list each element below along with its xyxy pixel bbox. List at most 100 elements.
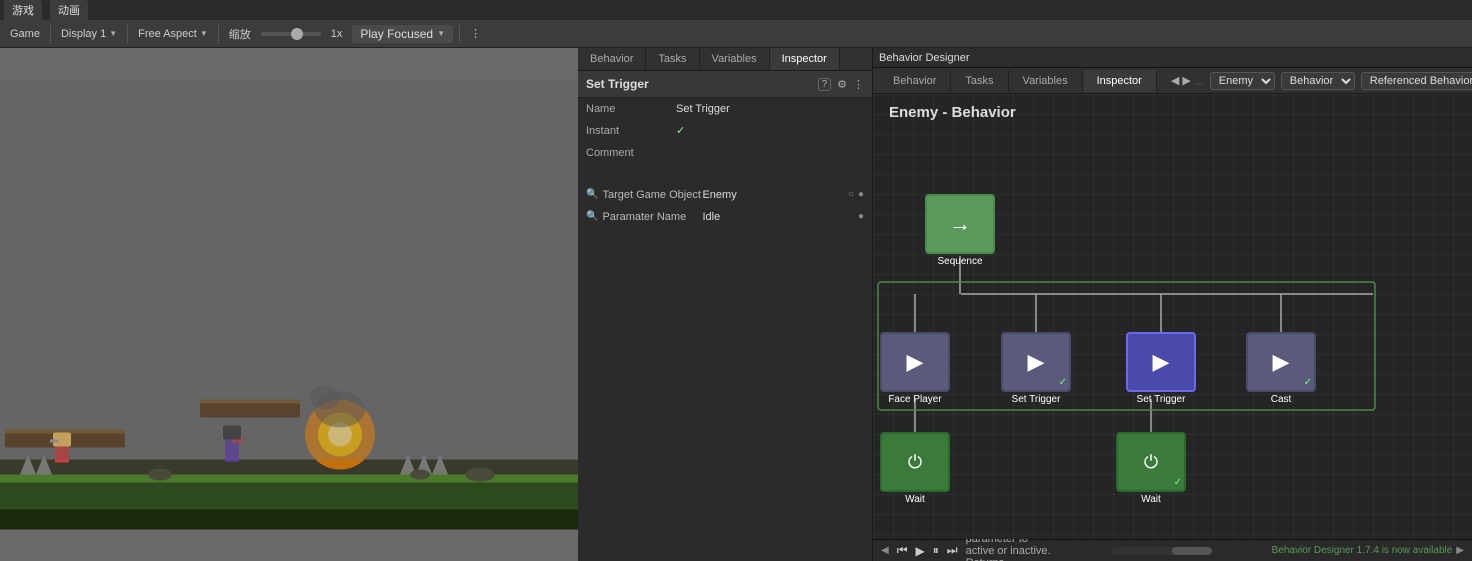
node-set-trigger-2[interactable]: ▶ Set Trigger xyxy=(1126,332,1196,406)
name-value: Set Trigger xyxy=(676,103,864,115)
target-actions: ○ ● xyxy=(848,189,864,200)
game-label: Game xyxy=(6,26,44,42)
scale-thumb[interactable] xyxy=(291,28,303,40)
sequence-icon: → xyxy=(949,211,971,237)
cast-check: ✓ xyxy=(1304,377,1312,388)
target-edit-btn[interactable]: ● xyxy=(858,189,864,200)
aspect-selector[interactable]: Free Aspect ▼ xyxy=(134,26,212,42)
behavior-panel: Behavior Designer Behavior Tasks Variabl… xyxy=(873,48,1472,561)
menu-icon[interactable]: ⋮ xyxy=(853,78,864,91)
play-button[interactable]: Play Focused ▼ xyxy=(352,25,453,43)
node-face-player[interactable]: ▶ Face Player xyxy=(880,332,950,406)
game-tab[interactable]: 游戏 xyxy=(4,0,42,20)
node-sequence[interactable]: → Sequence xyxy=(925,194,995,268)
tab-tasks-main[interactable]: Tasks xyxy=(951,70,1008,92)
version-text: Behavior Designer 1.7.4 is now available xyxy=(1272,545,1453,556)
divider-2 xyxy=(127,25,128,43)
nav-forward[interactable]: ▶ xyxy=(1182,74,1190,87)
behavior-selector[interactable]: Behavior xyxy=(1281,72,1355,90)
set-trigger-1-check: ✓ xyxy=(1059,377,1067,388)
face-player-label: Face Player xyxy=(888,394,941,406)
scroll-thumb[interactable] xyxy=(1172,547,1212,555)
target-row: 🔍 Target Game Object Enemy ○ ● xyxy=(578,184,872,206)
param-label: Paramater Name xyxy=(602,211,702,223)
divider-3 xyxy=(218,25,219,43)
referenced-behavior-selector[interactable]: Referenced Behavior xyxy=(1361,72,1472,90)
anim-tab[interactable]: 动画 xyxy=(50,0,88,20)
name-label: Name xyxy=(586,103,676,115)
display-selector[interactable]: Display 1 ▼ xyxy=(57,26,121,42)
instant-value: ✓ xyxy=(676,124,864,137)
node-cast[interactable]: ▶ ✓ Cast xyxy=(1246,332,1316,406)
tab-variables[interactable]: Variables xyxy=(700,48,770,70)
target-clear-btn[interactable]: ○ xyxy=(848,189,854,200)
nav-separator: ... xyxy=(1194,74,1204,88)
tab-inspector[interactable]: Inspector xyxy=(770,48,840,70)
game-scene xyxy=(0,48,578,561)
scroll-right[interactable]: ▶ xyxy=(1456,545,1464,556)
inspector-comment-row: Comment xyxy=(578,142,872,164)
param-edit-btn[interactable]: ● xyxy=(858,211,864,222)
node-set-trigger-1[interactable]: ▶ ✓ Set Trigger xyxy=(1001,332,1071,406)
behavior-canvas[interactable]: Enemy - Behavior → xyxy=(873,94,1472,539)
comment-label: Comment xyxy=(586,147,676,159)
behavior-toolbar: Behavior Tasks Variables Inspector ◀ ▶ .… xyxy=(873,68,1472,94)
playback-step[interactable]: ⏭ xyxy=(947,543,958,558)
playback-rewind[interactable]: ⏮ xyxy=(897,543,908,558)
top-bar: 游戏 动画 xyxy=(0,0,1472,20)
scroll-left[interactable]: ◀ xyxy=(881,545,889,556)
node-wait-1[interactable]: ⏻ Wait xyxy=(880,432,950,506)
instant-label: Instant xyxy=(586,125,676,137)
inspector-instant-row: Instant ✓ xyxy=(578,120,872,142)
behavior-playback: ⏮ ▶ ⏸ ⏭ xyxy=(897,543,958,558)
set-trigger-2-label: Set Trigger xyxy=(1137,394,1186,406)
sequence-label: Sequence xyxy=(937,256,982,268)
wait-2-label: Wait xyxy=(1141,494,1161,506)
inspector-icon-group: ? ⚙ ⋮ xyxy=(818,78,864,91)
node-wait-2[interactable]: ⏻ ✓ Wait xyxy=(1116,432,1186,506)
inspector-name-row: Name Set Trigger xyxy=(578,98,872,120)
divider-4 xyxy=(459,25,460,43)
wait-1-icon: ⏻ xyxy=(908,452,922,473)
set-trigger-1-label: Set Trigger xyxy=(1012,394,1061,406)
behavior-header: Behavior Designer xyxy=(873,48,1472,68)
entity-selector[interactable]: Enemy xyxy=(1210,72,1275,90)
tab-behavior[interactable]: Behavior xyxy=(578,48,646,70)
param-search-icon: 🔍 xyxy=(586,211,598,222)
settings-icon[interactable]: ⚙ xyxy=(837,78,847,91)
playback-play[interactable]: ▶ xyxy=(916,544,925,558)
wait-2-icon: ⏻ xyxy=(1144,452,1158,473)
divider-1 xyxy=(50,25,51,43)
display-arrow: ▼ xyxy=(109,29,117,38)
play-label: Play Focused xyxy=(360,27,433,41)
game-panel xyxy=(0,48,578,561)
scene-svg xyxy=(0,48,578,561)
scale-label: 缩放 xyxy=(225,24,255,44)
cast-label: Cast xyxy=(1271,394,1292,406)
target-search-icon: 🔍 xyxy=(586,189,598,200)
nav-back[interactable]: ◀ xyxy=(1171,74,1179,87)
nav-arrows: ◀ ▶ ... xyxy=(1171,74,1204,88)
play-arrow: ▼ xyxy=(437,29,445,38)
toolbar-more[interactable]: ⋮ xyxy=(466,25,485,42)
aspect-arrow: ▼ xyxy=(200,29,208,38)
param-row: 🔍 Paramater Name Idle ● xyxy=(578,206,872,228)
playback-pause[interactable]: ⏸ xyxy=(933,543,939,558)
tab-inspector-main[interactable]: Inspector xyxy=(1083,70,1157,92)
wait-1-label: Wait xyxy=(905,494,925,506)
main-layout: Behavior Tasks Variables Inspector Set T… xyxy=(0,48,1472,561)
behavior-canvas-title: Enemy - Behavior xyxy=(889,104,1016,121)
help-icon[interactable]: ? xyxy=(818,78,832,91)
tab-behavior-main[interactable]: Behavior xyxy=(879,70,951,92)
tab-tasks[interactable]: Tasks xyxy=(646,48,699,70)
behavior-bottom: ◀ ⏮ ▶ ⏸ ⏭ Sets a trigger parameter to ac… xyxy=(873,539,1472,561)
scale-slider[interactable] xyxy=(261,32,321,36)
face-player-icon: ▶ xyxy=(907,349,924,375)
scale-value: 1x xyxy=(327,26,347,42)
scroll-bar-h[interactable] xyxy=(1112,547,1212,555)
param-value: Idle xyxy=(702,211,858,223)
task-name: Set Trigger xyxy=(586,77,649,91)
cast-icon: ▶ xyxy=(1273,349,1290,375)
tab-variables-main[interactable]: Variables xyxy=(1009,70,1083,92)
inspector-task-header: Set Trigger ? ⚙ ⋮ xyxy=(578,71,872,98)
